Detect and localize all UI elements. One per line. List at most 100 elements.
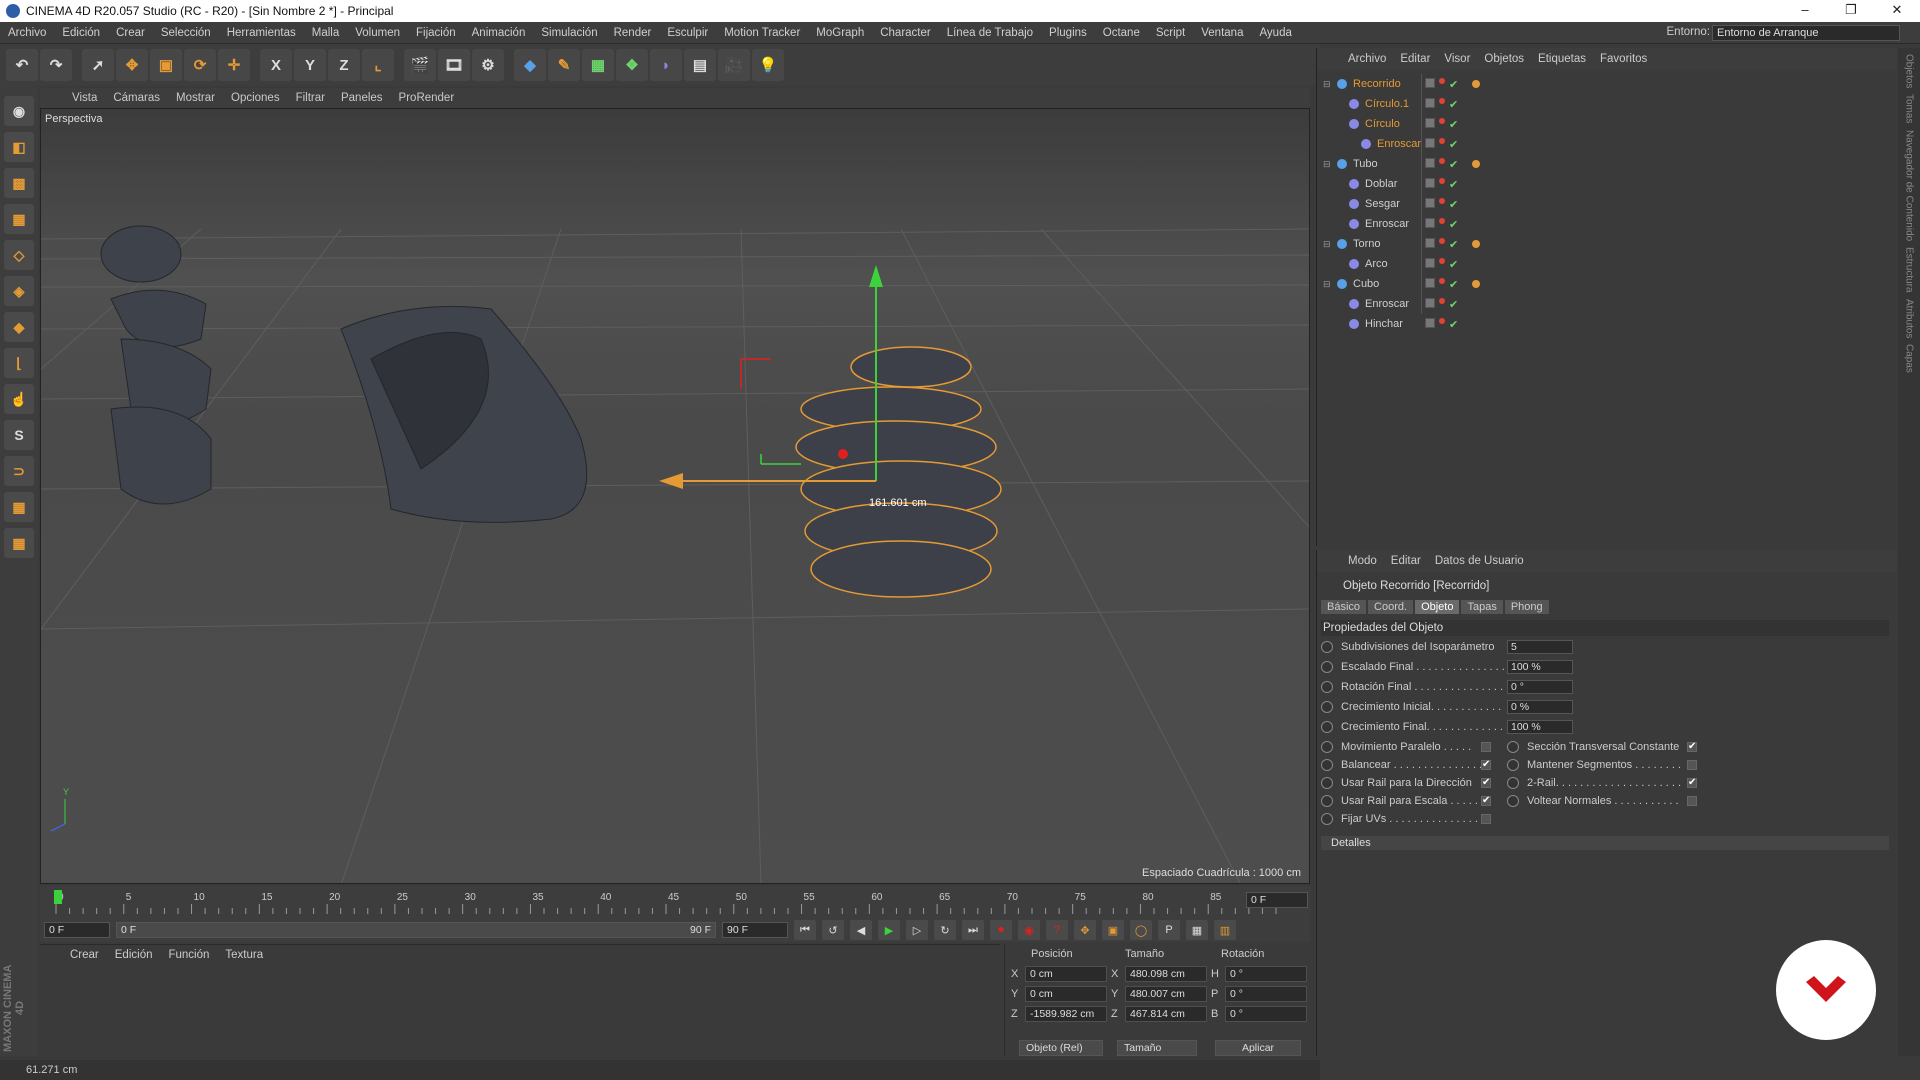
layer-swatch-icon[interactable] [1425, 97, 1435, 108]
attr-tab-2[interactable]: Objeto [1415, 600, 1460, 614]
go-to-end-icon[interactable]: ⏭ [962, 920, 984, 940]
attribute-checkbox[interactable] [1481, 814, 1491, 824]
visibility-dots-icon[interactable] [1439, 117, 1445, 124]
attr-tab-4[interactable]: Phong [1504, 600, 1549, 614]
menu-0[interactable]: Archivo [0, 27, 54, 39]
object-row[interactable]: Hinchar ✔ [1317, 314, 1897, 334]
material-menu-2[interactable]: Función [160, 949, 217, 961]
go-to-next-key-icon[interactable]: ↻ [934, 920, 956, 940]
attribute-checkbox[interactable]: ✔ [1481, 778, 1491, 788]
key-scale-icon[interactable]: ▣ [1102, 920, 1124, 940]
layer-swatch-icon[interactable] [1425, 177, 1435, 188]
object-menu-1[interactable]: Editar [1393, 53, 1437, 65]
snap-icon[interactable]: S [4, 420, 34, 450]
animate-radio-icon[interactable] [1507, 741, 1519, 753]
playhead[interactable] [54, 890, 62, 904]
enabled-check-icon[interactable]: ✔ [1449, 278, 1458, 291]
current-frame-field[interactable]: 0 F [1246, 892, 1308, 908]
deformer-icon[interactable]: ◗ [650, 49, 682, 81]
visibility-dots-icon[interactable] [1439, 177, 1445, 184]
viewport-menu-6[interactable]: ProRender [391, 92, 463, 104]
object-row[interactable]: ⊟ Recorrido ✔ [1317, 74, 1897, 94]
minimize-button[interactable]: – [1782, 0, 1828, 22]
object-name[interactable]: Enroscar [1377, 138, 1421, 150]
live-select-icon[interactable]: ✛ [218, 49, 250, 81]
keyframe-selection-icon[interactable]: ? [1046, 920, 1068, 940]
animate-radio-icon[interactable] [1321, 701, 1333, 713]
menu-20[interactable]: Ayuda [1251, 27, 1299, 39]
attribute-checkbox[interactable]: ✔ [1687, 778, 1697, 788]
size-field[interactable]: 467.814 cm [1125, 1006, 1207, 1022]
texture-mode-icon[interactable]: ▩ [4, 168, 34, 198]
object-name[interactable]: Tubo [1353, 158, 1378, 170]
material-menu-3[interactable]: Textura [217, 949, 271, 961]
menu-6[interactable]: Volumen [347, 27, 408, 39]
layer-swatch-icon[interactable] [1425, 137, 1435, 148]
lock-workplane-icon[interactable]: ▦ [4, 492, 34, 522]
object-row[interactable]: ⊟ Cubo ✔ [1317, 274, 1897, 294]
material-menu-0[interactable]: Crear [62, 949, 107, 961]
viewport-menu-3[interactable]: Opciones [223, 92, 288, 104]
animate-radio-icon[interactable] [1321, 681, 1333, 693]
viewport-menu-2[interactable]: Mostrar [168, 92, 223, 104]
object-row[interactable]: Doblar ✔ [1317, 174, 1897, 194]
menu-11[interactable]: Esculpir [659, 27, 716, 39]
object-menu-2[interactable]: Visor [1437, 53, 1477, 65]
play-icon[interactable]: ▶ [878, 920, 900, 940]
enabled-check-icon[interactable]: ✔ [1449, 258, 1458, 271]
side-tab-1[interactable]: Tomas [1904, 94, 1915, 123]
select-icon[interactable]: ➚ [82, 49, 114, 81]
attribute-value-field[interactable]: 0 ° [1507, 680, 1573, 694]
object-menu-3[interactable]: Objetos [1477, 53, 1531, 65]
menu-8[interactable]: Animación [464, 27, 534, 39]
viewport-menu-5[interactable]: Paneles [333, 92, 391, 104]
object-name[interactable]: Enroscar [1365, 218, 1409, 230]
menu-18[interactable]: Script [1148, 27, 1193, 39]
move-icon[interactable]: ✥ [116, 49, 148, 81]
object-row[interactable]: ⊟ Tubo ✔ [1317, 154, 1897, 174]
object-name[interactable]: Torno [1353, 238, 1381, 250]
planar-workplane-icon[interactable]: ▦ [4, 528, 34, 558]
object-row[interactable]: Enroscar ✔ [1317, 294, 1897, 314]
edges-mode-icon[interactable]: ◈ [4, 276, 34, 306]
visibility-dots-icon[interactable] [1439, 157, 1445, 164]
attribute-value-field[interactable]: 100 % [1507, 720, 1573, 734]
layer-swatch-icon[interactable] [1425, 237, 1435, 248]
object-name[interactable]: Hinchar [1365, 318, 1403, 330]
rotation-field[interactable]: 0 ° [1225, 986, 1307, 1002]
material-menu-1[interactable]: Edición [107, 949, 161, 961]
expand-icon[interactable]: ⊟ [1323, 239, 1333, 250]
magnet-icon[interactable]: ⊃ [4, 456, 34, 486]
object-name[interactable]: Arco [1365, 258, 1388, 270]
cube-icon[interactable]: ◆ [514, 49, 546, 81]
object-row[interactable]: Arco ✔ [1317, 254, 1897, 274]
layer-swatch-icon[interactable] [1425, 157, 1435, 168]
previous-frame-icon[interactable]: ◀ [850, 920, 872, 940]
visibility-dots-icon[interactable] [1439, 317, 1445, 324]
object-row[interactable]: Círculo ✔ [1317, 114, 1897, 134]
coord-mode-select[interactable]: Objeto (Rel) [1019, 1040, 1103, 1056]
animate-radio-icon[interactable] [1321, 795, 1333, 807]
attribute-value-field[interactable]: 5 [1507, 640, 1573, 654]
menu-9[interactable]: Simulación [533, 27, 605, 39]
animate-radio-icon[interactable] [1321, 741, 1333, 753]
side-tab-0[interactable]: Objetos [1904, 54, 1915, 88]
pen-icon[interactable]: ✎ [548, 49, 580, 81]
tag-icon[interactable] [1472, 160, 1480, 168]
visibility-dots-icon[interactable] [1439, 97, 1445, 104]
tag-icon[interactable] [1472, 80, 1480, 88]
attr-tab-1[interactable]: Coord. [1368, 600, 1414, 614]
record-icon[interactable]: ⏺ [990, 920, 1012, 940]
coord-system-icon[interactable]: ⌞ [362, 49, 394, 81]
camera-icon[interactable]: 🎥 [718, 49, 750, 81]
animate-radio-icon[interactable] [1321, 661, 1333, 673]
animate-radio-icon[interactable] [1321, 759, 1333, 771]
attr-tab-3[interactable]: Tapas [1461, 600, 1503, 614]
timeline[interactable]: 051015202530354045505560657075808590 [40, 886, 1310, 918]
animate-radio-icon[interactable] [1321, 721, 1333, 733]
attribute-checkbox[interactable] [1481, 742, 1491, 752]
key-param-icon[interactable]: P [1158, 920, 1180, 940]
viewport-perspective[interactable]: Y Perspectiva 161.601 cm Espaciado Cuadr… [40, 108, 1310, 884]
rotate-icon[interactable]: ⟳ [184, 49, 216, 81]
object-name[interactable]: Cubo [1353, 278, 1379, 290]
